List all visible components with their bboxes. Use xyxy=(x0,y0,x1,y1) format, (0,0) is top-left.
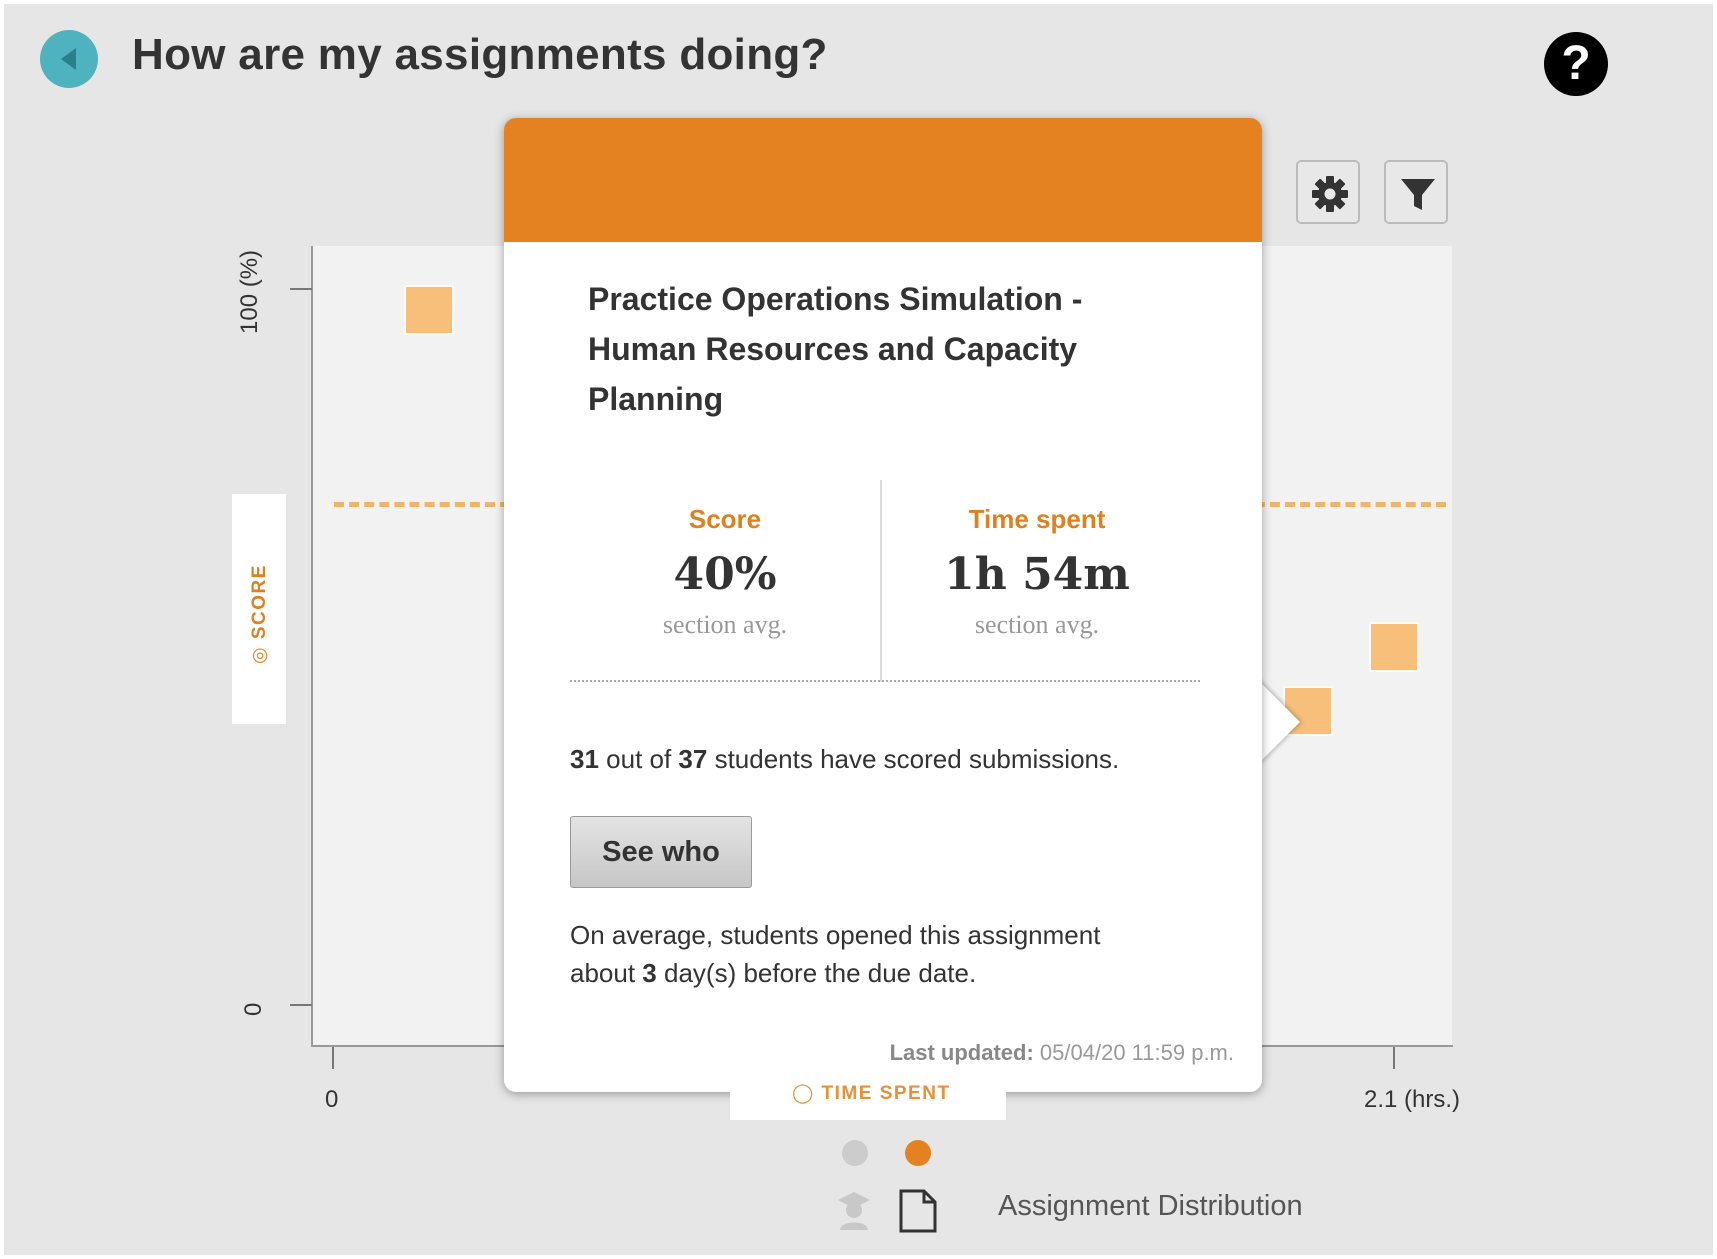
score-stat-value: 40% xyxy=(673,549,777,600)
data-point-3[interactable] xyxy=(1369,622,1419,672)
x-tick-right xyxy=(1393,1047,1395,1069)
opened-days: 3 xyxy=(642,958,657,988)
y-axis-line xyxy=(311,246,313,1047)
score-axis-label: SCORE xyxy=(249,564,270,640)
x-tick-label-right: 2.1 (hrs.) xyxy=(1364,1086,1461,1113)
popover-pointer xyxy=(1258,680,1300,764)
x-tick-left xyxy=(332,1047,334,1069)
help-button[interactable]: ? xyxy=(1544,32,1608,96)
assignment-title: Practice Operations Simulation - Human R… xyxy=(588,281,1083,417)
assignment-view-toggle[interactable] xyxy=(898,1188,938,1239)
scored-count: 31 xyxy=(570,744,599,774)
time-stat-sub: section avg. xyxy=(974,610,1100,639)
page-dot-2[interactable] xyxy=(905,1140,931,1166)
document-icon xyxy=(899,1189,937,1233)
clock-icon: ◯ xyxy=(792,1083,822,1104)
help-question-icon: ? xyxy=(1561,37,1591,90)
target-icon: ◎ xyxy=(249,639,270,664)
time-spent-axis-label: TIME SPENT xyxy=(821,1083,951,1104)
back-arrow-icon xyxy=(61,48,76,70)
x-tick-label-left: 0 xyxy=(325,1086,339,1113)
settings-button[interactable] xyxy=(1296,160,1360,224)
time-stat-value: 1h 54m xyxy=(944,549,1130,600)
last-updated: Last updated: 05/04/20 11:59 p.m. xyxy=(889,1040,1234,1065)
gear-icon xyxy=(1312,176,1348,212)
score-stat-label: Score xyxy=(688,504,762,534)
y-tick-label-top: 100 (%) xyxy=(236,249,263,334)
assignment-popover: Practice Operations Simulation - Human R… xyxy=(504,118,1262,1092)
data-point-1[interactable] xyxy=(403,285,454,336)
popover-header xyxy=(504,118,1262,242)
score-stat-sub: section avg. xyxy=(662,610,788,639)
score-axis-tab[interactable]: ◎ SCORE xyxy=(232,494,286,724)
view-label: Assignment Distribution xyxy=(998,1190,1303,1222)
scored-submissions-text: 31 out of 37 students have scored submis… xyxy=(570,744,1120,774)
total-students: 37 xyxy=(678,744,708,774)
student-icon xyxy=(838,1192,870,1230)
y-tick-top xyxy=(290,288,312,290)
time-stat: Time spent 1h 54m section avg. xyxy=(882,504,1192,640)
y-tick-label-bottom: 0 xyxy=(240,1002,267,1016)
opened-before-due-text: On average, students opened this assignm… xyxy=(570,920,1101,988)
time-spent-axis-tab[interactable]: ◯ TIME SPENT xyxy=(730,1066,1006,1120)
student-view-toggle[interactable] xyxy=(834,1188,874,1237)
see-who-button[interactable]: See who xyxy=(570,816,752,888)
filter-button[interactable] xyxy=(1384,160,1448,224)
page-dot-1[interactable] xyxy=(842,1140,868,1166)
stat-rule xyxy=(570,680,1200,682)
time-stat-label: Time spent xyxy=(968,504,1106,534)
filter-icon xyxy=(1401,179,1435,210)
page-title: How are my assignments doing? xyxy=(132,30,828,79)
back-button[interactable] xyxy=(40,30,98,88)
y-tick-bottom xyxy=(290,1004,312,1006)
score-stat: Score 40% section avg. xyxy=(570,504,880,640)
